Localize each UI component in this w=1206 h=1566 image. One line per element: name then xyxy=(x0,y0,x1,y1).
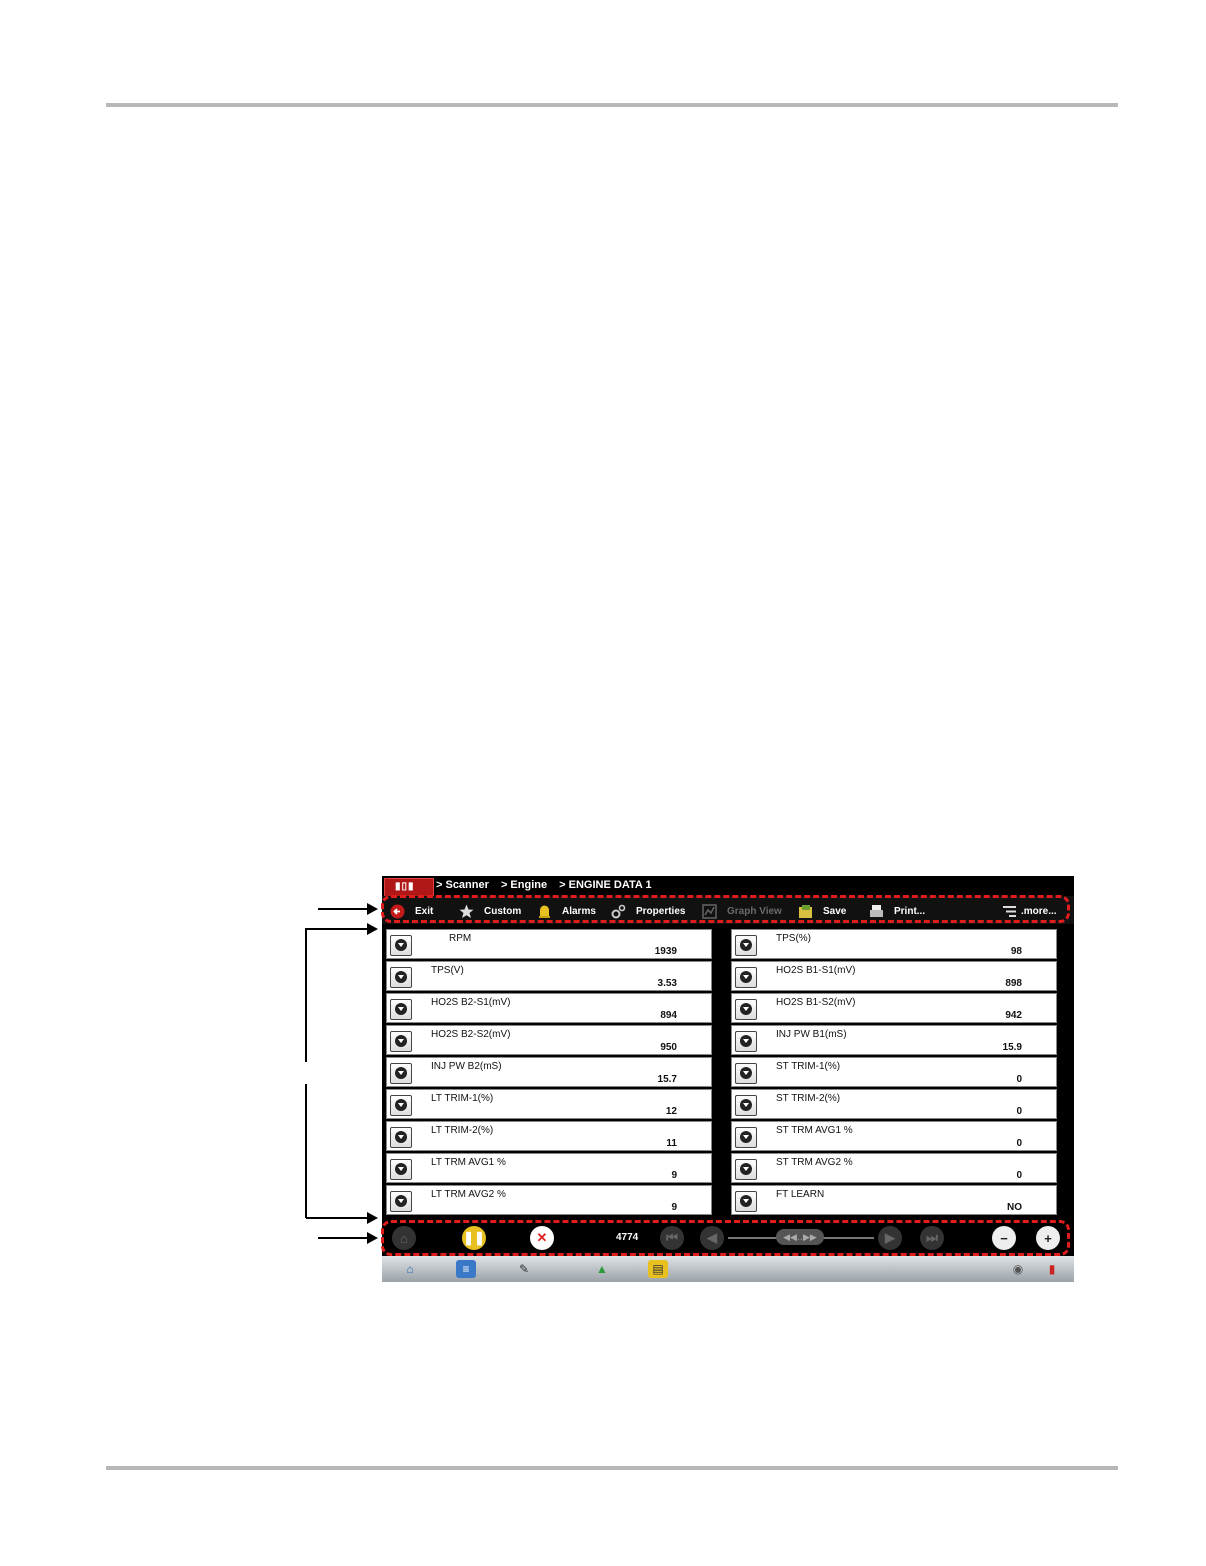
breadcrumb-scanner[interactable]: > Scanner xyxy=(436,879,489,891)
pid-row[interactable]: LT TRIM-1(%) 12 xyxy=(386,1089,712,1119)
pid-row[interactable]: ST TRIM-2(%) 0 xyxy=(731,1089,1057,1119)
pid-name: TPS(%) xyxy=(776,933,811,944)
pid-name: LT TRIM-2(%) xyxy=(431,1125,494,1136)
pid-name: HO2S B2-S1(mV) xyxy=(431,997,511,1008)
pid-name: HO2S B1-S1(mV) xyxy=(776,965,856,976)
pid-name: LT TRM AVG1 % xyxy=(431,1157,506,1168)
dropdown-icon[interactable] xyxy=(735,967,757,988)
pid-value: 0 xyxy=(1016,1170,1022,1181)
pid-value: 3.53 xyxy=(657,978,677,989)
list-callout-arrow-top xyxy=(306,923,378,935)
pid-row[interactable]: LT TRM AVG2 % 9 xyxy=(386,1185,712,1215)
pid-value: 950 xyxy=(660,1042,677,1053)
pid-row[interactable]: LT TRIM-2(%) 11 xyxy=(386,1121,712,1151)
dropdown-icon[interactable] xyxy=(390,1191,412,1212)
tools-icon[interactable]: ✎ xyxy=(514,1260,534,1278)
pid-value: 9 xyxy=(671,1170,677,1181)
pid-value: 15.7 xyxy=(657,1074,677,1085)
pid-value: 15.9 xyxy=(1002,1042,1022,1053)
toolbar-callout-arrow xyxy=(318,903,378,915)
pid-value: 0 xyxy=(1016,1138,1022,1149)
taskbar: ⌂ ≡ ✎ ▲ ▤ ◉ ▮ xyxy=(382,1256,1074,1282)
pid-row[interactable]: RPM 1939 xyxy=(386,929,712,959)
pid-name: LT TRIM-1(%) xyxy=(431,1093,494,1104)
pid-name: TPS(V) xyxy=(431,965,464,976)
dropdown-icon[interactable] xyxy=(390,1159,412,1180)
pid-name: INJ PW B2(mS) xyxy=(431,1061,502,1072)
footer-rule xyxy=(106,1466,1118,1470)
pid-value: 894 xyxy=(660,1010,677,1021)
vehicle-icon[interactable]: ▲ xyxy=(592,1260,612,1278)
dropdown-icon[interactable] xyxy=(390,935,412,956)
dropdown-icon[interactable] xyxy=(735,1191,757,1212)
pid-name: LT TRM AVG2 % xyxy=(431,1189,506,1200)
title-bar: ▮▯▮ > Scanner > Engine > ENGINE DATA 1 xyxy=(382,876,1074,897)
dropdown-icon[interactable] xyxy=(390,1031,412,1052)
pid-row[interactable]: ST TRM AVG2 % 0 xyxy=(731,1153,1057,1183)
pid-value: 9 xyxy=(671,1202,677,1213)
pid-value: 0 xyxy=(1016,1074,1022,1085)
pid-row[interactable]: ST TRIM-1(%) 0 xyxy=(731,1057,1057,1087)
pid-list: RPM 1939 TPS(V) 3.53 HO2S B2-S1(mV) 894 HO2… xyxy=(386,929,1058,1215)
breadcrumb-engine[interactable]: > Engine xyxy=(501,879,547,891)
pid-name: RPM xyxy=(449,933,472,944)
pid-name: HO2S B1-S2(mV) xyxy=(776,997,856,1008)
pid-name: INJ PW B1(mS) xyxy=(776,1029,847,1040)
breadcrumb: > Scanner > Engine > ENGINE DATA 1 xyxy=(436,879,661,891)
list-bracket-upper xyxy=(305,928,307,1062)
dropdown-icon[interactable] xyxy=(735,999,757,1020)
saved-data-icon[interactable]: ▤ xyxy=(648,1260,668,1278)
controls-highlight xyxy=(381,1220,1070,1256)
pid-name: HO2S B2-S2(mV) xyxy=(431,1029,511,1040)
pid-value: 11 xyxy=(666,1138,677,1149)
header-rule xyxy=(106,103,1118,107)
pid-value: 898 xyxy=(1005,978,1022,989)
pid-value: 0 xyxy=(1016,1106,1022,1117)
controls-callout-arrow xyxy=(318,1232,378,1244)
wifi-icon[interactable]: ◉ xyxy=(1008,1260,1028,1278)
pid-name: FT LEARN xyxy=(776,1189,825,1200)
pid-row[interactable]: ST TRM AVG1 % 0 xyxy=(731,1121,1057,1151)
breadcrumb-engine-data: > ENGINE DATA 1 xyxy=(559,879,652,891)
dropdown-icon[interactable] xyxy=(735,1127,757,1148)
dropdown-icon[interactable] xyxy=(735,935,757,956)
dropdown-icon[interactable] xyxy=(390,1127,412,1148)
toolbar-highlight xyxy=(381,895,1070,923)
pid-value: 12 xyxy=(665,1106,677,1117)
pid-row[interactable]: HO2S B1-S1(mV) 898 xyxy=(731,961,1057,991)
list-callout-arrow-bottom xyxy=(306,1212,378,1224)
pid-row[interactable]: INJ PW B1(mS) 15.9 xyxy=(731,1025,1057,1055)
data-list-icon[interactable]: ≡ xyxy=(456,1260,476,1278)
pid-value: 942 xyxy=(1005,1010,1022,1021)
pid-name: ST TRIM-2(%) xyxy=(776,1093,841,1104)
pid-value: 1939 xyxy=(654,946,677,957)
pid-row[interactable]: FT LEARN NO xyxy=(731,1185,1057,1215)
dropdown-icon[interactable] xyxy=(735,1095,757,1116)
dropdown-icon[interactable] xyxy=(735,1031,757,1052)
pid-value: NO xyxy=(1007,1202,1022,1213)
pid-row[interactable]: TPS(%) 98 xyxy=(731,929,1057,959)
dropdown-icon[interactable] xyxy=(735,1063,757,1084)
pid-name: ST TRM AVG2 % xyxy=(776,1157,853,1168)
pid-row[interactable]: LT TRM AVG1 % 9 xyxy=(386,1153,712,1183)
dropdown-icon[interactable] xyxy=(390,1095,412,1116)
pid-row[interactable]: INJ PW B2(mS) 15.7 xyxy=(386,1057,712,1087)
pid-row[interactable]: TPS(V) 3.53 xyxy=(386,961,712,991)
list-bracket-lower xyxy=(305,1084,307,1218)
home-icon[interactable]: ⌂ xyxy=(400,1260,420,1278)
dropdown-icon[interactable] xyxy=(390,999,412,1020)
dropdown-icon[interactable] xyxy=(390,967,412,988)
pid-row[interactable]: HO2S B2-S2(mV) 950 xyxy=(386,1025,712,1055)
pid-name: ST TRIM-1(%) xyxy=(776,1061,841,1072)
pid-name: ST TRM AVG1 % xyxy=(776,1125,853,1136)
dropdown-icon[interactable] xyxy=(390,1063,412,1084)
pid-value: 98 xyxy=(1010,946,1022,957)
pid-row[interactable]: HO2S B1-S2(mV) 942 xyxy=(731,993,1057,1023)
pid-row[interactable]: HO2S B2-S1(mV) 894 xyxy=(386,993,712,1023)
dropdown-icon[interactable] xyxy=(735,1159,757,1180)
signal-icon[interactable]: ▮ xyxy=(1042,1260,1062,1278)
